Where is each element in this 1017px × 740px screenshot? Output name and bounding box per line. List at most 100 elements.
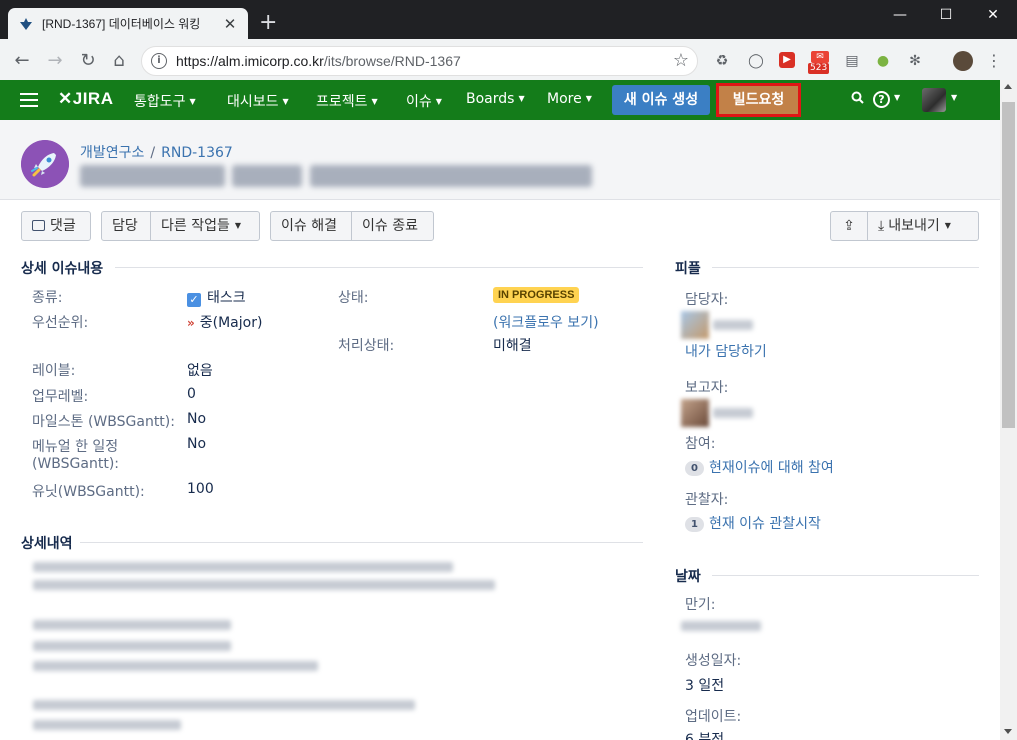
reporter-label: 보고자: xyxy=(685,380,729,396)
issue-summary-redacted xyxy=(80,165,225,187)
browser-menu-icon[interactable]: ⋮ xyxy=(985,52,1003,70)
chevron-down-icon[interactable]: ▼ xyxy=(951,93,957,102)
close-window-icon[interactable]: ✕ xyxy=(970,0,1016,30)
export-label: 내보내기 xyxy=(888,218,940,234)
issue-summary-redacted xyxy=(232,165,302,187)
scroll-down-icon[interactable] xyxy=(1004,729,1012,734)
profile-avatar[interactable] xyxy=(953,51,973,71)
vote-link[interactable]: 현재이슈에 대해 참여 xyxy=(709,460,834,476)
worklevel-value: 0 xyxy=(187,386,196,402)
breadcrumb-issue-key-link[interactable]: RND-1367 xyxy=(161,145,233,161)
scroll-thumb[interactable] xyxy=(1002,102,1015,428)
unit-value: 100 xyxy=(187,481,214,497)
page-extension-icon[interactable]: ▤ xyxy=(843,52,861,70)
assignee-name-redacted xyxy=(713,320,753,330)
divider xyxy=(115,267,643,268)
site-info-icon[interactable]: i xyxy=(151,53,167,69)
watch-link[interactable]: 현재 이슈 관찰시작 xyxy=(709,516,821,532)
chevron-down-icon[interactable]: ▼ xyxy=(894,93,900,102)
address-bar[interactable]: i https://alm.imicorp.co.kr/its/browse/R… xyxy=(141,46,698,76)
jira-header: ✕JIRA 통합도구 ▼ 대시보드 ▼ 프로젝트 ▼ 이슈 ▼ Boards ▼ More… xyxy=(0,80,1000,120)
maximize-icon[interactable]: ☐ xyxy=(923,0,969,30)
home-icon[interactable]: ⌂ xyxy=(107,49,131,73)
assignee-label: 담당자: xyxy=(685,292,729,308)
new-tab-icon[interactable]: + xyxy=(259,12,277,34)
created-value: 3 일전 xyxy=(685,678,725,694)
priority-value-text: 중(Major) xyxy=(199,315,263,331)
status-label: 상태: xyxy=(338,290,369,306)
priority-major-icon: » xyxy=(187,316,195,330)
comment-label: 댓글 xyxy=(50,218,76,234)
menu-label: Boards xyxy=(466,91,515,107)
project-avatar-rocket-icon[interactable] xyxy=(21,140,69,188)
menu-label: 대시보드 xyxy=(227,94,279,110)
dates-section-title: 날짜 xyxy=(675,569,701,585)
description-redacted xyxy=(33,562,453,572)
menu-issues[interactable]: 이슈 ▼ xyxy=(406,91,442,111)
video-extension-icon[interactable]: ▶ xyxy=(779,52,795,68)
type-label: 종류: xyxy=(32,290,63,306)
close-issue-button[interactable]: 이슈 종료 xyxy=(351,211,434,241)
tab-title: [RND-1367] 데이터베이스 워킹 xyxy=(42,17,201,31)
menu-boards[interactable]: Boards ▼ xyxy=(466,91,525,107)
assign-button[interactable]: 담당 xyxy=(101,211,151,241)
more-actions-button[interactable]: 다른 작업들 ▼ xyxy=(150,211,260,241)
chevron-down-icon: ▼ xyxy=(944,221,951,230)
type-value: ✓ 태스크 xyxy=(187,287,246,307)
user-avatar[interactable] xyxy=(922,88,946,112)
created-label: 생성일자: xyxy=(685,653,742,669)
chevron-down-icon: ▼ xyxy=(189,97,196,106)
resolve-issue-button[interactable]: 이슈 해결 xyxy=(270,211,352,241)
gear-extension-icon[interactable]: ✻ xyxy=(906,52,924,70)
minimize-icon[interactable]: — xyxy=(877,0,923,30)
manual-schedule-value: No xyxy=(187,436,207,452)
status-badge: IN PROGRESS xyxy=(493,287,580,303)
breadcrumb-project-link[interactable]: 개발연구소 xyxy=(80,145,144,161)
resolution-value: 미해결 xyxy=(493,338,532,354)
tab-close-icon[interactable]: ✕ xyxy=(222,15,238,33)
menu-more[interactable]: More ▼ xyxy=(547,91,592,107)
description-redacted xyxy=(33,641,231,651)
share-icon: ⇪ xyxy=(843,218,855,234)
workflow-link[interactable]: (워크플로우 보기) xyxy=(493,312,599,332)
search-icon[interactable] xyxy=(851,91,864,108)
jira-logo[interactable]: ✕JIRA xyxy=(58,89,113,109)
build-request-button[interactable]: 빌드요청 xyxy=(716,83,801,117)
back-icon[interactable]: ← xyxy=(10,49,34,73)
scroll-up-icon[interactable] xyxy=(1004,84,1012,89)
create-issue-button[interactable]: 새 이슈 생성 xyxy=(612,85,710,115)
task-checkbox-icon: ✓ xyxy=(187,293,201,307)
help-icon[interactable]: ? xyxy=(873,91,890,108)
bookmark-star-icon[interactable]: ☆ xyxy=(673,50,689,71)
browser-tab[interactable]: [RND-1367] 데이터베이스 워킹 ✕ xyxy=(8,8,248,39)
chevron-down-icon: ▼ xyxy=(435,97,442,106)
android-extension-icon[interactable]: ● xyxy=(874,52,892,70)
description-redacted xyxy=(33,720,181,730)
recycle-extension-icon[interactable]: ♻ xyxy=(713,52,731,70)
priority-value: » 중(Major) xyxy=(187,312,262,332)
jira-favicon-icon xyxy=(18,16,34,32)
reload-icon[interactable]: ↻ xyxy=(76,49,100,73)
share-button[interactable]: ⇪ xyxy=(830,211,868,241)
labels-label: 레이블: xyxy=(32,363,76,379)
app-switcher-icon[interactable] xyxy=(20,93,38,107)
page-scrollbar[interactable] xyxy=(1000,80,1017,740)
browser-toolbar: ← → ↻ ⌂ i https://alm.imicorp.co.kr/its/… xyxy=(0,39,1017,83)
mail-extension-icon[interactable]: ✉ xyxy=(811,51,829,63)
circle-extension-icon[interactable]: ◯ xyxy=(747,52,765,70)
votes-count-badge: 0 xyxy=(685,461,704,476)
milestone-value: No xyxy=(187,411,207,427)
export-button[interactable]: ⤓ 내보내기 ▼ xyxy=(867,211,979,241)
chevron-down-icon: ▼ xyxy=(282,97,289,106)
manual-schedule-label-2: (WBSGantt): xyxy=(32,456,120,472)
comment-button[interactable]: 댓글 xyxy=(21,211,91,241)
forward-icon[interactable]: → xyxy=(43,49,67,73)
description-redacted xyxy=(33,620,231,630)
menu-integration-tools[interactable]: 통합도구 ▼ xyxy=(134,91,196,111)
menu-dashboards[interactable]: 대시보드 ▼ xyxy=(227,91,289,111)
assign-to-me-link[interactable]: 내가 담당하기 xyxy=(685,341,767,361)
menu-projects[interactable]: 프로젝트 ▼ xyxy=(316,91,378,111)
worklevel-label: 업무레벨: xyxy=(32,389,89,405)
mail-count-badge: 523 xyxy=(808,63,830,74)
reporter-name-redacted xyxy=(713,408,753,418)
